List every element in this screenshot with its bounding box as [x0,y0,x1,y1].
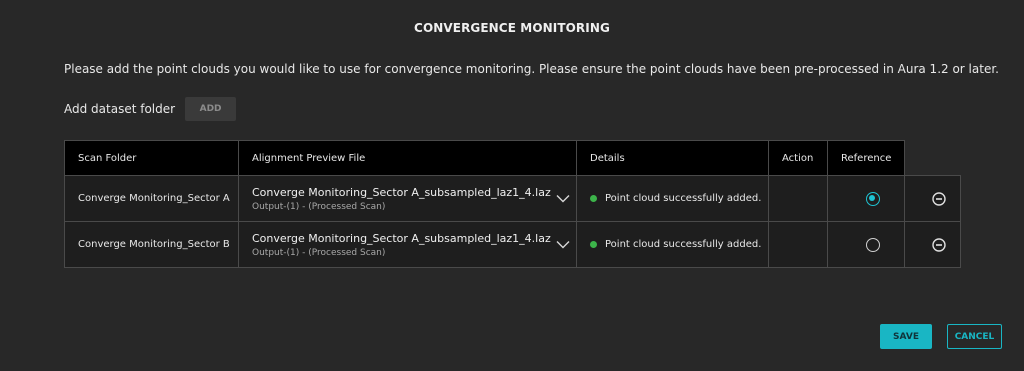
alignment-preview-select[interactable]: Converge Monitoring_Sector A_subsampled_… [238,175,577,222]
reference-cell [827,221,905,268]
header-alignment-preview: Alignment Preview File [238,140,577,176]
add-dataset-label: Add dataset folder [64,102,176,116]
dialog-title: CONVERGENCE MONITORING [414,21,610,35]
details-cell: Point cloud successfully added. [576,175,769,222]
reference-cell [827,175,905,222]
reference-radio[interactable] [865,237,880,252]
table-header-row: Scan Folder Alignment Preview File Detai… [64,140,961,176]
save-button[interactable]: SAVE [880,324,932,349]
chevron-down-icon[interactable] [556,240,570,249]
intro-text: Please add the point clouds you would li… [64,62,999,76]
remove-cell [904,175,961,222]
alignment-file-name: Converge Monitoring_Sector A_subsampled_… [252,231,551,245]
alignment-file-subtitle: Output-(1) - (Processed Scan) [252,247,386,258]
reference-radio[interactable] [865,191,880,206]
header-action: Action [768,140,828,176]
status-text: Point cloud successfully added. [605,239,762,250]
alignment-file-name: Converge Monitoring_Sector A_subsampled_… [252,185,551,199]
table-row: Converge Monitoring_Sector B Converge Mo… [64,221,961,268]
convergence-monitoring-dialog: CONVERGENCE MONITORING Please add the po… [0,0,1024,371]
status-text: Point cloud successfully added. [605,193,762,204]
scan-folder-name: Converge Monitoring_Sector B [78,239,230,250]
action-cell [768,221,828,268]
scan-folder-name: Converge Monitoring_Sector A [78,193,230,204]
scan-folder-cell: Converge Monitoring_Sector A [64,175,239,222]
alignment-file-subtitle: Output-(1) - (Processed Scan) [252,201,386,212]
chevron-down-icon[interactable] [556,194,570,203]
cancel-button[interactable]: CANCEL [947,324,1002,349]
remove-cell [904,221,961,268]
header-details: Details [576,140,769,176]
scan-table: Scan Folder Alignment Preview File Detai… [64,140,961,268]
scan-folder-cell: Converge Monitoring_Sector B [64,221,239,268]
header-reference: Reference [827,140,905,176]
header-scan-folder: Scan Folder [64,140,239,176]
header-remove-spacer [904,140,961,176]
add-dataset-row: Add dataset folder ADD [64,97,237,121]
status-dot-icon [590,195,597,202]
status-dot-icon [590,241,597,248]
details-cell: Point cloud successfully added. [576,221,769,268]
minus-circle-icon[interactable] [932,191,946,206]
minus-circle-icon[interactable] [932,237,946,252]
table-row: Converge Monitoring_Sector A Converge Mo… [64,175,961,222]
action-cell [768,175,828,222]
alignment-preview-select[interactable]: Converge Monitoring_Sector A_subsampled_… [238,221,577,268]
add-dataset-button[interactable]: ADD [185,97,237,121]
